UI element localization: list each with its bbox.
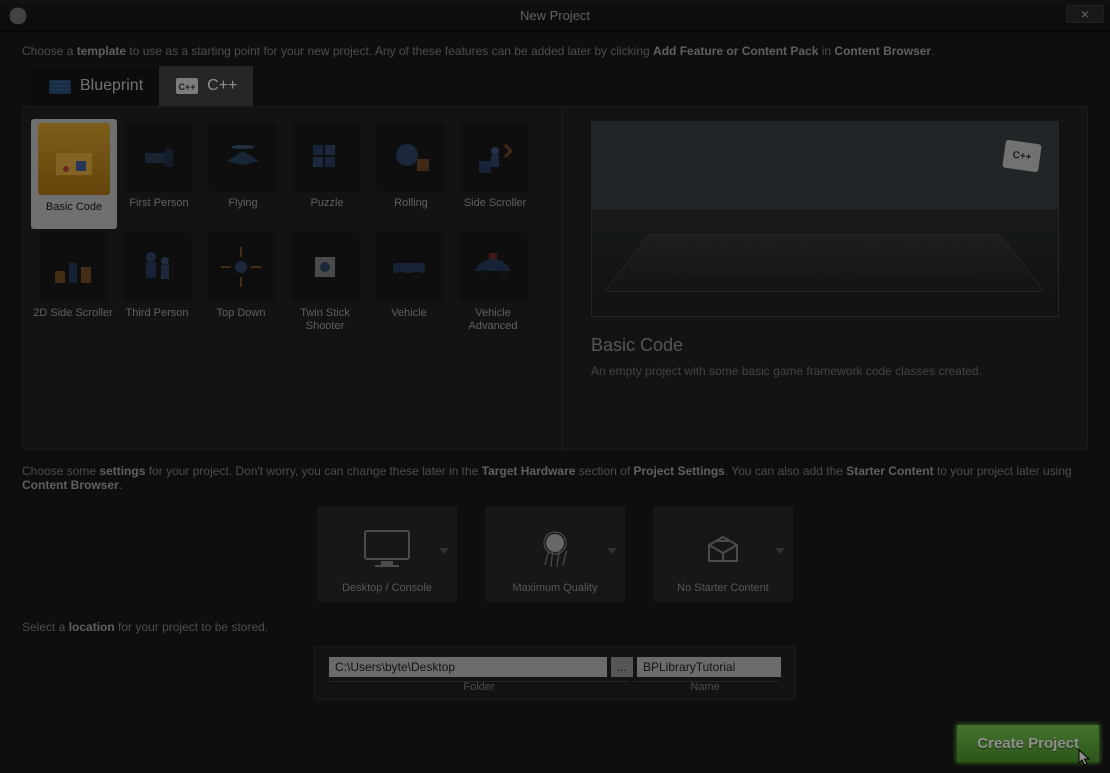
cpp-badge-icon: C++	[1002, 140, 1042, 173]
template-twin-stick-shooter[interactable]: Twin Stick Shooter	[283, 229, 367, 339]
chevron-down-icon	[439, 548, 449, 554]
template-label: Twin Stick Shooter	[283, 307, 367, 333]
template-label: Third Person	[124, 307, 191, 320]
template-thumb-icon	[207, 233, 275, 301]
location-hint: Select a location for your project to be…	[22, 620, 1088, 634]
folder-field-label: Folder	[329, 681, 629, 693]
template-preview: C++ Basic Code An empty project with som…	[563, 107, 1087, 449]
tab-blueprint[interactable]: Blueprint	[32, 66, 159, 106]
template-vehicle-advanced[interactable]: Vehicle Advanced	[451, 229, 535, 339]
tab-cpp-label: C++	[207, 77, 237, 95]
template-thumb-icon	[461, 123, 529, 191]
quality-icon	[527, 527, 583, 572]
box-icon	[695, 527, 751, 572]
template-first-person[interactable]: First Person	[117, 119, 201, 229]
name-field-label: Name	[633, 681, 777, 693]
quality-dropdown[interactable]: Maximum Quality	[485, 506, 625, 602]
template-label: Top Down	[215, 307, 268, 320]
project-settings-row: Desktop / Console Maximum Quality No Sta…	[22, 506, 1088, 602]
template-type-tabs: Blueprint C++ C++	[32, 66, 1088, 106]
starter-content-dropdown[interactable]: No Starter Content	[653, 506, 793, 602]
titlebar: New Project ×	[0, 0, 1110, 32]
template-rolling[interactable]: Rolling	[369, 119, 453, 229]
template-thumb-icon	[39, 233, 107, 301]
preview-title: Basic Code	[591, 335, 1059, 356]
template-thumb-icon	[293, 123, 361, 191]
template-thumb-icon	[123, 233, 191, 301]
quality-label: Maximum Quality	[513, 582, 598, 594]
browse-folder-button[interactable]: ...	[611, 657, 633, 677]
cpp-icon: C++	[175, 76, 199, 96]
window-title: New Project	[0, 8, 1110, 23]
template-label: Puzzle	[308, 197, 345, 210]
template-label: Basic Code	[44, 201, 104, 214]
templates-panel: Basic Code First Person Flying Puzzle Rollin…	[22, 106, 1088, 450]
template-label: 2D Side Scroller	[31, 307, 114, 320]
template-label: Flying	[226, 197, 259, 210]
template-puzzle[interactable]: Puzzle	[285, 119, 369, 229]
blueprint-icon	[48, 76, 72, 96]
template-thumb-icon	[291, 233, 359, 301]
template-top-down[interactable]: Top Down	[199, 229, 283, 339]
chevron-down-icon	[607, 548, 617, 554]
preview-image: C++	[591, 121, 1059, 317]
location-panel: ... Folder Name	[314, 646, 796, 700]
svg-text:C++: C++	[179, 82, 196, 92]
chevron-down-icon	[775, 548, 785, 554]
template-flying[interactable]: Flying	[201, 119, 285, 229]
folder-input[interactable]	[329, 657, 607, 677]
hardware-label: Desktop / Console	[342, 582, 432, 594]
template-label: Vehicle Advanced	[451, 307, 535, 333]
template-thumb-icon	[38, 123, 110, 195]
template-label: Rolling	[392, 197, 430, 210]
monitor-icon	[359, 527, 415, 572]
template-thumb-icon	[209, 123, 277, 191]
template-thumb-icon	[125, 123, 193, 191]
template-label: Vehicle	[389, 307, 428, 320]
template-side-scroller[interactable]: Side Scroller	[453, 119, 537, 229]
template-label: First Person	[127, 197, 190, 210]
template-hint: Choose a template to use as a starting p…	[22, 44, 1088, 58]
template-thumb-icon	[459, 233, 527, 301]
create-project-button[interactable]: Create Project	[956, 724, 1100, 763]
template-label: Side Scroller	[462, 197, 528, 210]
tab-cpp[interactable]: C++ C++	[159, 66, 253, 106]
template-vehicle[interactable]: Vehicle	[367, 229, 451, 339]
target-hardware-dropdown[interactable]: Desktop / Console	[317, 506, 457, 602]
templates-grid: Basic Code First Person Flying Puzzle Rollin…	[23, 107, 563, 449]
unreal-logo-icon	[8, 6, 28, 26]
template-2d-side-scroller[interactable]: 2D Side Scroller	[31, 229, 115, 339]
preview-description: An empty project with some basic game fr…	[591, 364, 1059, 378]
close-button[interactable]: ×	[1066, 5, 1104, 23]
template-thumb-icon	[375, 233, 443, 301]
template-basic-code[interactable]: Basic Code	[31, 119, 117, 229]
starter-label: No Starter Content	[677, 582, 769, 594]
tab-blueprint-label: Blueprint	[80, 77, 143, 95]
template-third-person[interactable]: Third Person	[115, 229, 199, 339]
settings-hint: Choose some settings for your project. D…	[22, 464, 1088, 492]
project-name-input[interactable]	[637, 657, 781, 677]
template-thumb-icon	[377, 123, 445, 191]
